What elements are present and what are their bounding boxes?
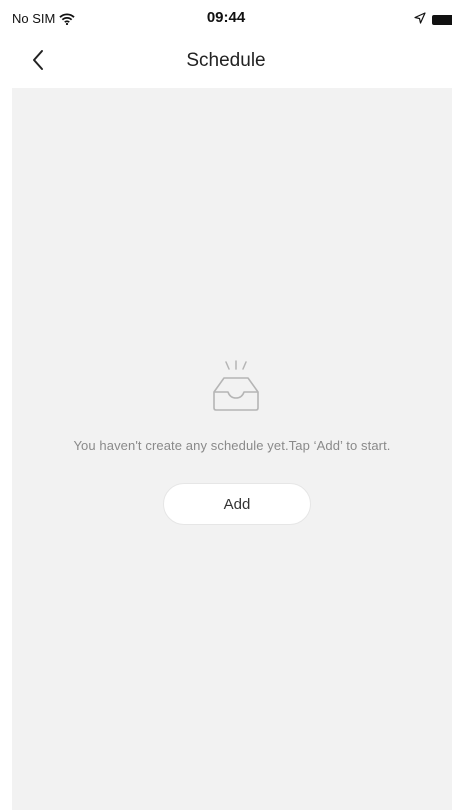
empty-inbox-icon <box>204 358 268 418</box>
status-right-group <box>414 11 452 29</box>
location-arrow-icon <box>414 11 426 29</box>
navigation-bar: Schedule <box>0 36 452 88</box>
status-time: 09:44 <box>206 9 246 26</box>
status-bar: No SIM 09:44 <box>0 0 452 36</box>
page-title: Schedule <box>186 50 266 71</box>
schedule-content: You haven't create any schedule yet.Tap … <box>12 88 452 810</box>
add-button[interactable]: Add <box>163 483 311 525</box>
app-screen: No SIM 09:44 Schedule You haven't create… <box>0 0 452 810</box>
empty-state-message: You haven't create any schedule yet.Tap … <box>73 438 391 453</box>
battery-icon <box>432 15 452 25</box>
